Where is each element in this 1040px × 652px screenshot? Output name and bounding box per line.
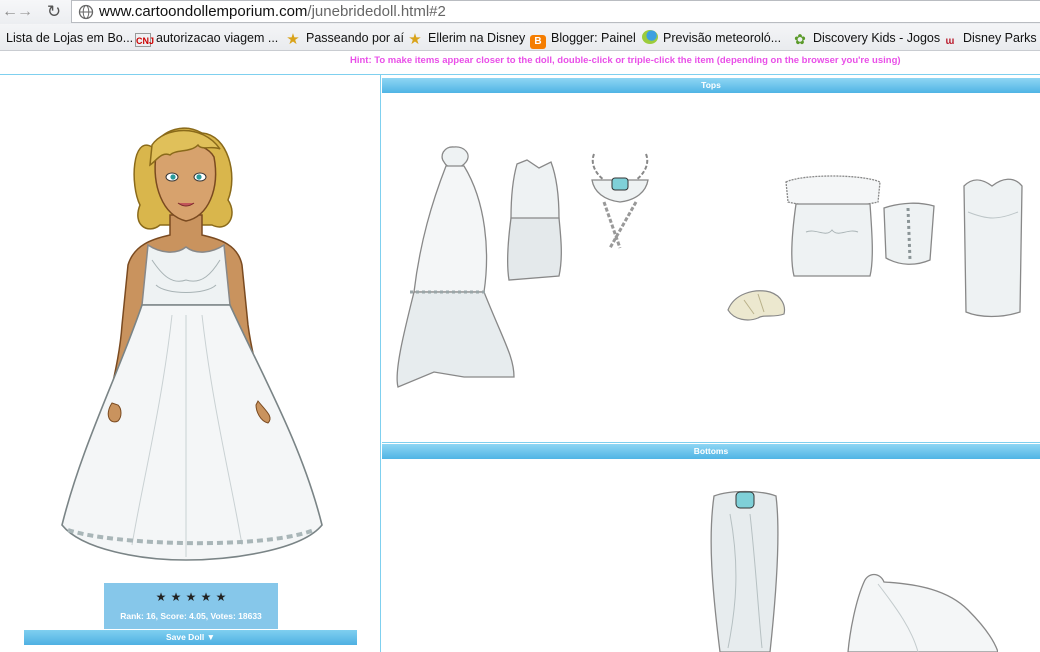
address-bar[interactable]: www.cartoondollemporium.com/junebridedol…: [71, 0, 1040, 23]
weather-icon: [642, 30, 658, 44]
off-shoulder-fur-top-item[interactable]: [782, 172, 882, 282]
disney-icon: ɯ: [945, 36, 955, 47]
bookmark-label: Discovery Kids - Jogos: [813, 31, 941, 45]
bookmarks-bar: Lista de Lojas em Bo... CNJ autorizacao v…: [0, 24, 1040, 51]
corset-item[interactable]: [880, 200, 940, 270]
url-path: /junebridedoll.html#2: [307, 3, 446, 20]
bride-doll: [61, 127, 323, 561]
section-header-tops: Tops: [382, 78, 1040, 93]
bookmark-passeando-por-ai[interactable]: ★ Passeando por aí: [285, 30, 404, 48]
globe-icon: [78, 4, 94, 20]
bookmark-label: Previsão meteoroló...: [663, 31, 782, 45]
star-icon[interactable]: ★: [155, 591, 168, 604]
divider: [382, 442, 1040, 443]
page-content: Hint: To make items appear closer to the…: [0, 52, 1040, 652]
bookmark-disney-parks[interactable]: ɯ Disney Parks ot: [942, 30, 1040, 47]
star-icon[interactable]: ★: [170, 591, 183, 604]
bookmark-label: Disney Parks ot: [963, 31, 1040, 45]
bookmark-label: Blogger: Painel: [551, 31, 636, 45]
doll-panel: ★ ★ ★ ★ ★ Rank: 16, Score: 4.05, Votes: 1863…: [0, 75, 381, 652]
browser-toolbar: ← → ↻ www.cartoondollemporium.com/junebr…: [0, 0, 1040, 24]
url-text: www.cartoondollemporium.com/junebridedol…: [99, 3, 446, 20]
rank-score-votes: Rank: 16, Score: 4.05, Votes: 18633: [120, 611, 262, 621]
bookmark-label: Ellerim na Disney: [428, 31, 526, 45]
jeweled-halter-top-item[interactable]: [586, 150, 656, 250]
forward-arrow-icon[interactable]: →: [15, 2, 35, 22]
kids-icon: ✿: [794, 31, 806, 47]
tank-top-item[interactable]: [503, 158, 567, 288]
star-icon[interactable]: ★: [185, 591, 198, 604]
star-rating[interactable]: ★ ★ ★ ★ ★: [104, 588, 278, 606]
bookmark-label: Passeando por aí: [306, 31, 404, 45]
bookmark-discovery-kids[interactable]: ✿ Discovery Kids - Jogos: [792, 30, 940, 46]
bookmark-label: Lista de Lojas em Bo...: [6, 31, 134, 45]
bookmark-ellerim-na-disney[interactable]: ★ Ellerim na Disney: [407, 30, 526, 48]
bookmark-autorizacao-viagem[interactable]: CNJ autorizacao viagem ...: [135, 30, 279, 47]
hint-text: Hint: To make items appear closer to the…: [350, 55, 901, 66]
star-icon: ★: [286, 31, 300, 48]
bookmark-blogger-painel[interactable]: B Blogger: Painel: [530, 30, 636, 49]
cnn-icon: CNJ: [135, 33, 154, 47]
rating-box: ★ ★ ★ ★ ★ Rank: 16, Score: 4.05, Votes: 1863…: [104, 583, 278, 629]
reload-icon[interactable]: ↻: [44, 2, 64, 22]
section-header-bottoms: Bottoms: [382, 444, 1040, 459]
bookmark-lista-de-lojas[interactable]: Lista de Lojas em Bo...: [6, 30, 133, 46]
star-icon[interactable]: ★: [200, 591, 213, 604]
lace-shrug-item[interactable]: [724, 284, 790, 326]
bookmark-label: autorizacao viagem ...: [156, 31, 279, 45]
strapless-bodice-top-item[interactable]: [958, 172, 1028, 322]
ball-gown-skirt-item[interactable]: [838, 570, 998, 652]
save-doll-button[interactable]: Save Doll ▼: [24, 630, 357, 645]
draped-jeweled-skirt-item[interactable]: [700, 488, 790, 652]
url-host: www.cartoondollemporium.com: [99, 3, 308, 20]
star-icon: ★: [408, 31, 422, 48]
bookmark-previsao-meteorologica[interactable]: Previsão meteoroló...: [642, 30, 781, 46]
blogger-icon: B: [530, 35, 546, 49]
star-icon[interactable]: ★: [215, 591, 228, 604]
